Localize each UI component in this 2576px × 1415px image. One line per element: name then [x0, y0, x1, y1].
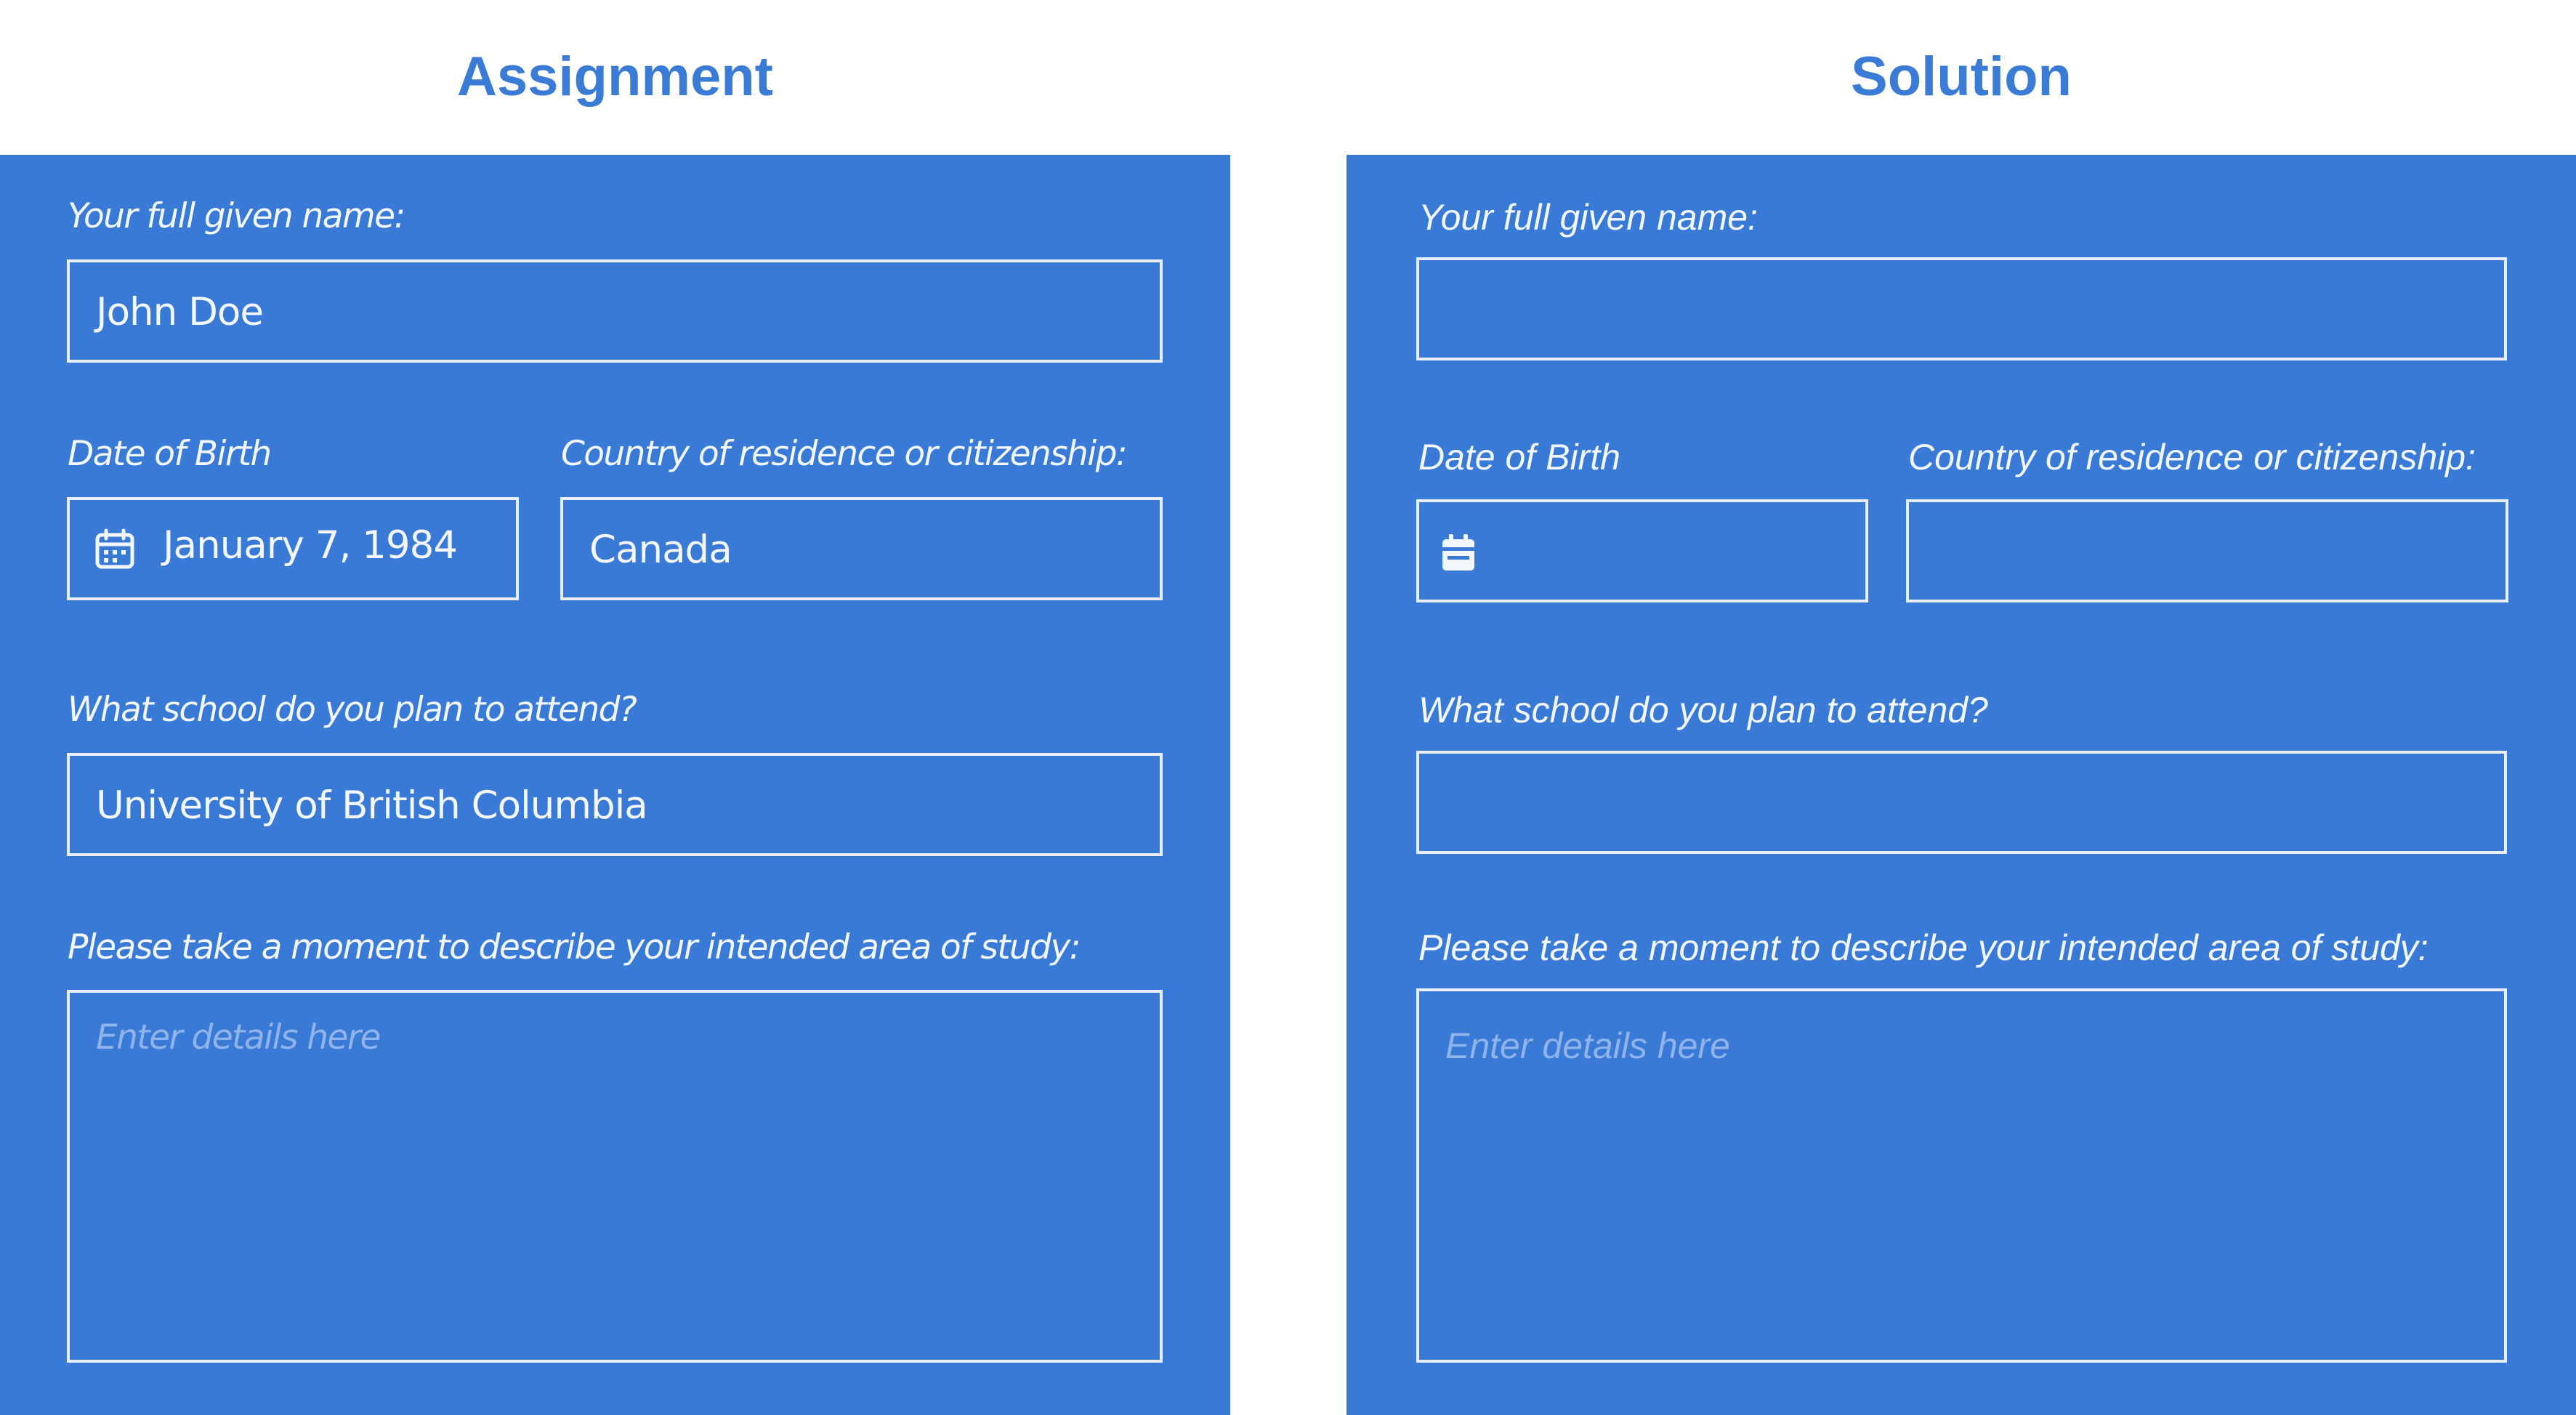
solution-form-panel: Your full given name: Date of Birth Coun… — [1346, 155, 2576, 1415]
full-name-field[interactable]: John Doe — [67, 259, 1163, 363]
country-field[interactable]: Canada — [560, 497, 1163, 600]
school-field[interactable]: University of British Columbia — [67, 753, 1163, 856]
study-placeholder: Enter details here — [1445, 1025, 1730, 1066]
full-name-field[interactable] — [1416, 257, 2507, 360]
dob-label: Date of Birth — [1418, 437, 1620, 477]
dob-field[interactable] — [1416, 499, 1868, 602]
full-name-label: Your full given name: — [68, 196, 405, 236]
calendar-icon — [95, 528, 134, 569]
country-field[interactable] — [1906, 499, 2508, 602]
full-name-label: Your full given name: — [1418, 197, 1758, 238]
study-placeholder: Enter details here — [96, 1017, 381, 1057]
country-value: Canada — [589, 528, 732, 572]
calendar-icon — [1442, 534, 1474, 571]
study-textarea[interactable]: Enter details here — [1416, 988, 2507, 1363]
assignment-heading: Assignment — [457, 45, 773, 108]
full-name-value: John Doe — [96, 290, 264, 334]
dob-field[interactable]: January 7, 1984 — [67, 497, 519, 600]
school-field[interactable] — [1416, 751, 2507, 854]
study-label: Please take a moment to describe your in… — [1418, 927, 2428, 968]
country-label: Country of residence or citizenship: — [1908, 437, 2476, 477]
school-label: What school do you plan to attend? — [1418, 690, 1988, 730]
assignment-form-panel: Your full given name: John Doe Date of B… — [0, 155, 1230, 1415]
study-textarea[interactable]: Enter details here — [67, 990, 1163, 1363]
school-value: University of British Columbia — [96, 783, 648, 828]
study-label: Please take a moment to describe your in… — [68, 927, 1081, 967]
solution-heading: Solution — [1851, 45, 2072, 108]
country-label: Country of residence or citizenship: — [561, 434, 1128, 474]
dob-label: Date of Birth — [68, 434, 272, 474]
dob-value: January 7, 1984 — [163, 523, 458, 568]
school-label: What school do you plan to attend? — [68, 690, 637, 730]
